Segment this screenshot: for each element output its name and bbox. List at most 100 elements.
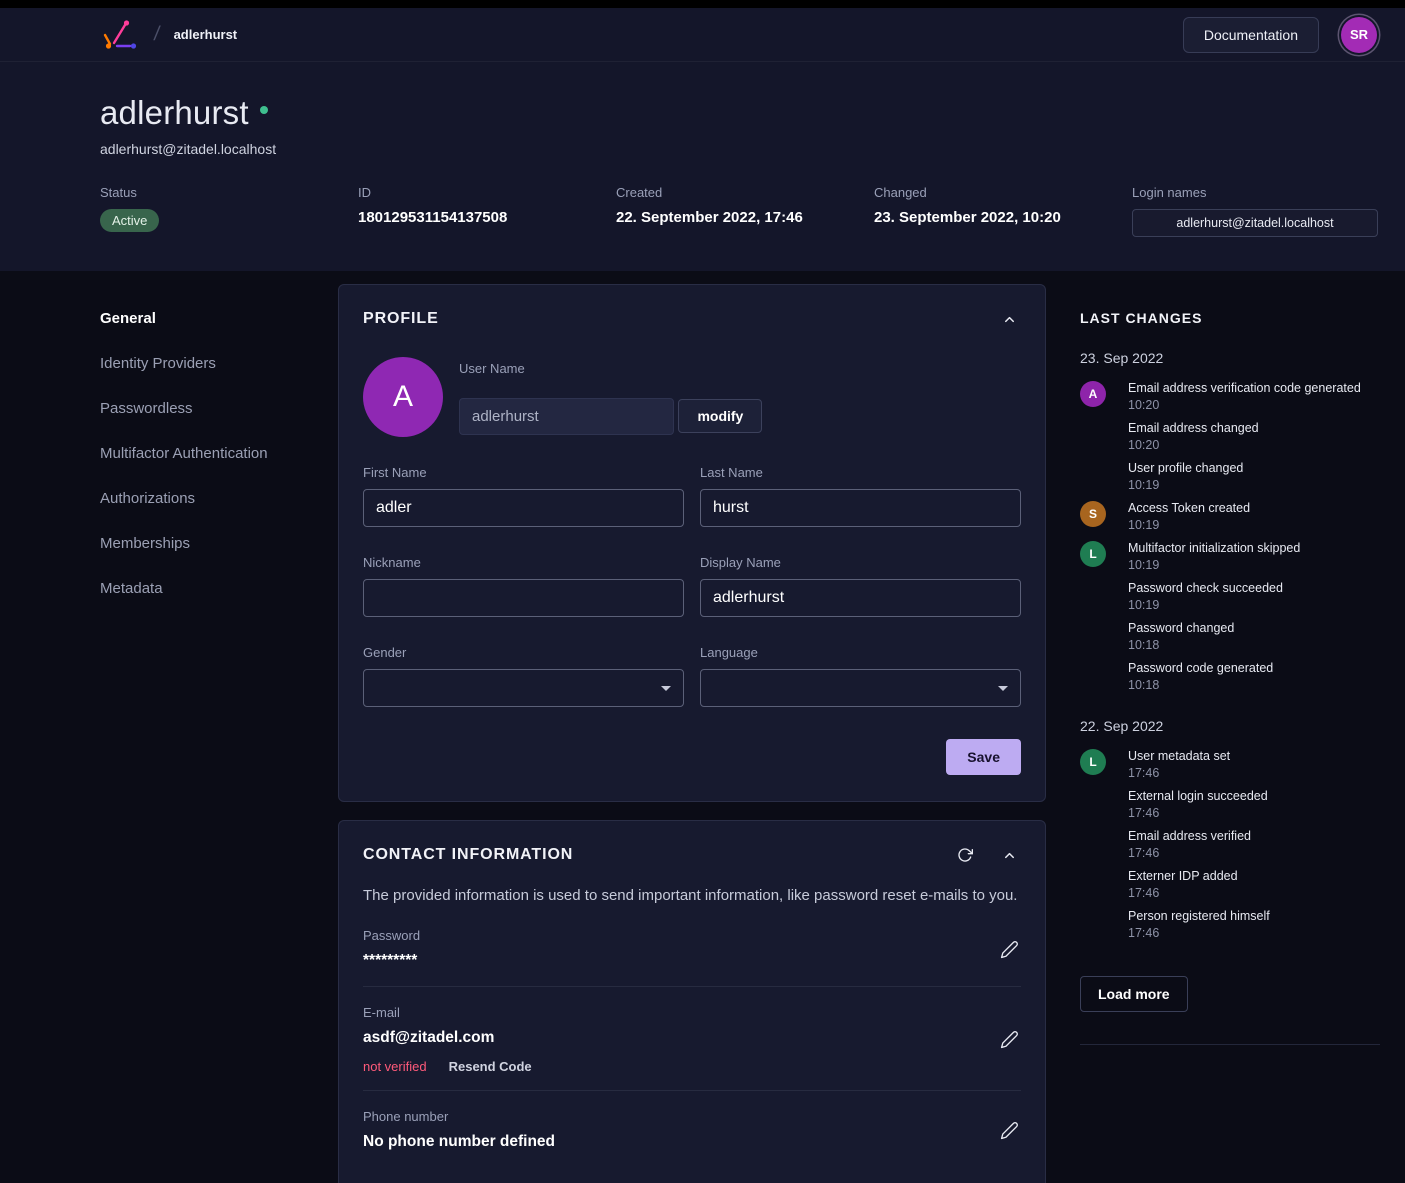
breadcrumb[interactable]: adlerhurst [174,27,238,42]
password-value: ********* [363,952,418,969]
documentation-button[interactable]: Documentation [1182,16,1319,53]
event-title: Email address verified [1128,829,1251,843]
login-name-chip[interactable]: adlerhurst@zitadel.localhost [1132,209,1378,237]
event-avatar: L [1080,749,1106,775]
event-avatar-slot: L [1080,748,1128,782]
user-header: adlerhurst adlerhurst@zitadel.localhost … [0,62,1405,271]
sidebar-item-identity-providers[interactable]: Identity Providers [100,341,338,386]
last-name-label: Last Name [700,465,763,480]
last-changes-title: LAST CHANGES [1080,310,1203,326]
event-avatar-slot: A [1080,380,1128,414]
status-label: Status [100,185,137,200]
modify-button[interactable]: modify [678,399,763,433]
event-avatar: L [1080,541,1106,567]
contact-card-header: CONTACT INFORMATION [363,843,1021,867]
nickname-input[interactable] [363,579,684,617]
event-avatar-slot: L [1080,540,1128,574]
event-time: 10:18 [1128,678,1160,692]
profile-top-row: A User Name modify [363,357,1021,437]
gender-field: Gender [363,645,684,707]
user-menu-avatar[interactable]: SR [1341,16,1377,53]
event-avatar-slot [1080,420,1128,454]
event-avatar-slot [1080,620,1128,654]
display-name-field: Display Name [700,555,1021,617]
refresh-icon[interactable] [953,843,977,867]
language-select[interactable] [700,669,1021,707]
timeline-event: L User metadata set 17:46 [1080,748,1380,782]
gender-select[interactable] [363,669,684,707]
page-title: adlerhurst [100,94,249,131]
sidebar-item-general[interactable]: General [100,296,338,341]
first-name-field: First Name [363,465,684,527]
timeline-event: Externer IDP added 17:46 [1080,868,1380,902]
chevron-down-icon [661,686,671,691]
load-more-button[interactable]: Load more [1080,976,1188,1012]
edit-email-icon[interactable] [997,1028,1021,1052]
resend-code-link[interactable]: Resend Code [449,1059,532,1074]
sidebar-item-passwordless[interactable]: Passwordless [100,386,338,431]
event-time: 10:19 [1128,558,1160,572]
sidebar-item-multifactor-authentication[interactable]: Multifactor Authentication [100,431,338,476]
timeline-event: A Email address verification code generat… [1080,380,1380,414]
phone-value: No phone number defined [363,1133,556,1150]
changed-label: Changed [874,185,927,200]
user-name-block: User Name modify [459,357,763,437]
event-time: 17:46 [1128,926,1160,940]
language-field: Language [700,645,1021,707]
user-name-input[interactable] [459,398,674,435]
event-avatar-slot [1080,460,1128,494]
zitadel-logo-icon[interactable] [100,17,140,53]
browser-strip [0,0,1405,8]
nickname-label: Nickname [363,555,421,570]
meta-id: ID 180129531154137508 [358,185,616,226]
changes-timeline: 23. Sep 2022 A Email address verification … [1080,350,1380,942]
last-name-input[interactable] [700,489,1021,527]
event-body: Email address changed 10:20 [1128,420,1259,454]
first-name-input[interactable] [363,489,684,527]
main-column: PROFILE A User Name modify First Name [338,284,1046,1183]
timeline-event: Password changed 10:18 [1080,620,1380,654]
edit-password-icon[interactable] [997,937,1021,961]
event-body: Email address verified 17:46 [1128,828,1251,862]
timeline-event: Email address verified 17:46 [1080,828,1380,862]
content-layout: General Identity Providers Passwordless Mul… [0,271,1405,1183]
sidebar-item-authorizations[interactable]: Authorizations [100,476,338,521]
breadcrumb-separator: / [152,23,162,45]
event-title: User profile changed [1128,461,1244,475]
chevron-up-icon[interactable] [997,307,1021,331]
event-time: 10:19 [1128,518,1160,532]
display-name-input[interactable] [700,579,1021,617]
event-body: External login succeeded 17:46 [1128,788,1268,822]
divider [363,986,1021,987]
profile-actions: Save [363,739,1021,775]
password-label: Password [363,928,421,943]
profile-card: PROFILE A User Name modify First Name [338,284,1046,802]
event-body: User metadata set 17:46 [1128,748,1230,782]
meta-status: Status Active [100,185,358,232]
timeline-date: 23. Sep 2022 [1080,350,1164,366]
timeline-event: External login succeeded 17:46 [1080,788,1380,822]
sidebar-item-memberships[interactable]: Memberships [100,521,338,566]
event-avatar-slot [1080,580,1128,614]
sidebar-item-metadata[interactable]: Metadata [100,566,338,611]
event-body: Password code generated 10:18 [1128,660,1273,694]
event-title: Password check succeeded [1128,581,1283,595]
save-button[interactable]: Save [946,739,1021,775]
event-title: Multifactor initialization skipped [1128,541,1301,555]
chevron-up-icon[interactable] [997,843,1021,867]
event-title: Person registered himself [1128,909,1270,923]
event-avatar: A [1080,381,1106,407]
event-avatar: S [1080,501,1106,527]
event-title: User metadata set [1128,749,1231,763]
event-body: Externer IDP added 17:46 [1128,868,1238,902]
changed-value: 23. September 2022, 10:20 [874,209,1061,226]
last-changes-panel: LAST CHANGES 23. Sep 2022 A Email address … [1080,284,1380,1183]
chevron-down-icon [998,686,1008,691]
sidebar-nav: General Identity Providers Passwordless Mul… [100,284,338,1183]
event-time: 10:19 [1128,598,1160,612]
event-body: Access Token created 10:19 [1128,500,1250,534]
event-time: 17:46 [1128,846,1160,860]
event-body: Person registered himself 17:46 [1128,908,1270,942]
edit-phone-icon[interactable] [997,1118,1021,1142]
contact-description: The provided information is used to send… [363,887,1018,904]
